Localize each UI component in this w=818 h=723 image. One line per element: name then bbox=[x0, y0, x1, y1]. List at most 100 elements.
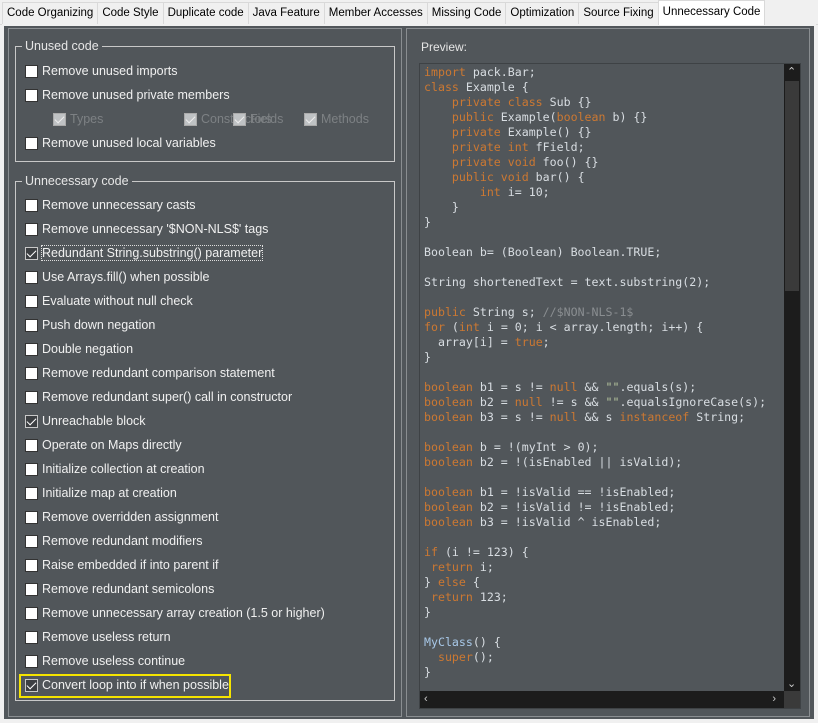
tab-code-style[interactable]: Code Style bbox=[97, 2, 164, 25]
code-line: ​ bbox=[424, 230, 766, 245]
code-token: 123; bbox=[472, 590, 508, 604]
tab-optimization[interactable]: Optimization bbox=[505, 2, 580, 25]
checkbox-row[interactable]: Initialize map at creation bbox=[25, 484, 177, 502]
scroll-right-icon[interactable]: › bbox=[772, 691, 776, 707]
checkbox-row[interactable]: Raise embedded if into parent if bbox=[25, 556, 219, 574]
checkbox-row[interactable]: Remove unused local variables bbox=[25, 134, 216, 152]
checkbox-row[interactable]: Use Arrays.fill() when possible bbox=[25, 268, 209, 286]
checkbox-label: Remove unused local variables bbox=[42, 136, 216, 150]
checkbox-unchecked[interactable] bbox=[25, 88, 38, 102]
checkbox-unchecked[interactable] bbox=[25, 318, 38, 332]
checkbox-row[interactable]: Initialize collection at creation bbox=[25, 460, 205, 478]
checkbox-row[interactable]: Remove useless continue bbox=[25, 652, 185, 670]
checkbox-unchecked[interactable] bbox=[25, 222, 38, 236]
tab-java-feature[interactable]: Java Feature bbox=[247, 2, 325, 25]
checkbox-unchecked[interactable] bbox=[25, 342, 38, 356]
checkbox-checked[interactable] bbox=[25, 246, 38, 260]
checkbox-unchecked[interactable] bbox=[25, 366, 38, 380]
checkbox-row[interactable]: Types bbox=[53, 110, 103, 128]
checkbox-row[interactable]: Remove redundant comparison statement bbox=[25, 364, 275, 382]
checkbox-label: Initialize map at creation bbox=[42, 486, 177, 500]
tab-source-fixing[interactable]: Source Fixing bbox=[578, 2, 659, 25]
checkbox-checked[interactable] bbox=[184, 112, 197, 126]
tab-code-organizing[interactable]: Code Organizing bbox=[2, 2, 99, 25]
checkbox-row[interactable]: Remove redundant semicolons bbox=[25, 580, 214, 598]
unnecessary-code-page: Unused code Remove unused imports Remove … bbox=[2, 24, 816, 721]
checkbox-row[interactable]: Remove unnecessary '$NON-NLS$' tags bbox=[25, 220, 268, 238]
checkbox-unchecked[interactable] bbox=[25, 606, 38, 620]
code-token: String shortenedText = text.substring(2)… bbox=[424, 275, 711, 289]
checkbox-unchecked[interactable] bbox=[25, 462, 38, 476]
checkbox-row[interactable]: Remove redundant modifiers bbox=[25, 532, 203, 550]
checkbox-unchecked[interactable] bbox=[25, 198, 38, 212]
checkbox-unchecked[interactable] bbox=[25, 558, 38, 572]
checkbox-row[interactable]: Push down negation bbox=[25, 316, 155, 334]
checkbox-label: Remove unnecessary array creation (1.5 o… bbox=[42, 606, 325, 620]
checkbox-unchecked[interactable] bbox=[25, 390, 38, 404]
code-token: String; bbox=[689, 410, 746, 424]
checkbox-label: Remove redundant super() call in constru… bbox=[42, 390, 293, 404]
checkbox-unchecked[interactable] bbox=[25, 630, 38, 644]
code-line: ​import pack.Bar; bbox=[424, 65, 766, 80]
tab-member-accesses[interactable]: Member Accesses bbox=[323, 2, 428, 25]
checkbox-row[interactable]: Remove overridden assignment bbox=[25, 508, 218, 526]
checkbox-unchecked[interactable] bbox=[25, 534, 38, 548]
scroll-up-icon[interactable]: ⌃ bbox=[787, 64, 796, 80]
checkbox-row[interactable]: Remove unnecessary casts bbox=[25, 196, 196, 214]
code-token: i; bbox=[472, 560, 494, 574]
checkbox-row[interactable]: Remove useless return bbox=[25, 628, 171, 646]
checkbox-row[interactable]: Operate on Maps directly bbox=[25, 436, 182, 454]
checkbox-row[interactable]: Methods bbox=[304, 110, 369, 128]
checkbox-row[interactable]: Double negation bbox=[25, 340, 133, 358]
code-token: Example { bbox=[458, 80, 529, 94]
vertical-scrollbar[interactable]: ⌃ ⌄ bbox=[784, 64, 800, 692]
code-line: ​} bbox=[424, 350, 766, 365]
code-line: ​ bbox=[424, 260, 766, 275]
code-token: b2 = bbox=[472, 395, 515, 409]
checkbox-checked[interactable] bbox=[53, 112, 66, 126]
checkbox-row[interactable]: Remove unused private members bbox=[25, 86, 230, 104]
checkbox-unchecked[interactable] bbox=[25, 486, 38, 500]
checkbox-row[interactable]: Evaluate without null check bbox=[25, 292, 193, 310]
code-token: && s bbox=[577, 410, 620, 424]
checkbox-row[interactable]: Remove unnecessary array creation (1.5 o… bbox=[25, 604, 325, 622]
code-token: import bbox=[424, 65, 466, 79]
scroll-thumb[interactable] bbox=[785, 81, 799, 291]
code-line: ​ private void foo() {} bbox=[424, 155, 766, 170]
code-token: null bbox=[549, 380, 578, 394]
checkbox-row[interactable]: Redundant String.substring() parameter bbox=[25, 244, 264, 262]
checkbox-unchecked[interactable] bbox=[25, 270, 38, 284]
code-token: .equalsIgnoreCase(s); bbox=[619, 395, 767, 409]
checkbox-unchecked[interactable] bbox=[25, 654, 38, 668]
checkbox-row[interactable]: Fields bbox=[233, 110, 283, 128]
checkbox-unchecked[interactable] bbox=[25, 582, 38, 596]
checkbox-checked[interactable] bbox=[304, 112, 317, 126]
horizontal-scrollbar[interactable]: ‹ › bbox=[420, 691, 784, 708]
checkbox-unchecked[interactable] bbox=[25, 294, 38, 308]
scroll-down-icon[interactable]: ⌄ bbox=[787, 676, 796, 692]
checkbox-unchecked[interactable] bbox=[25, 64, 38, 78]
checkbox-unchecked[interactable] bbox=[25, 136, 38, 150]
checkbox-row[interactable]: Remove unused imports bbox=[25, 62, 177, 80]
checkbox-label: Remove useless continue bbox=[42, 654, 186, 668]
preview-label: Preview: bbox=[421, 40, 468, 54]
checkbox-checked[interactable] bbox=[25, 414, 38, 428]
checkbox-row[interactable]: Unreachable block bbox=[25, 412, 146, 430]
checkbox-unchecked[interactable] bbox=[25, 510, 38, 524]
code-token: Boolean b= (Boolean) Boolean.TRUE; bbox=[424, 245, 662, 259]
code-token: public bbox=[451, 110, 494, 124]
code-token: array[i] = bbox=[424, 335, 515, 349]
code-token: boolean bbox=[424, 485, 473, 499]
checkbox-unchecked[interactable] bbox=[25, 438, 38, 452]
code-token: class bbox=[424, 80, 459, 94]
checkbox-row[interactable]: Remove redundant super() call in constru… bbox=[25, 388, 292, 406]
tab-unnecessary-code[interactable]: Unnecessary Code bbox=[657, 0, 766, 25]
tab-duplicate-code[interactable]: Duplicate code bbox=[162, 2, 249, 25]
scroll-left-icon[interactable]: ‹ bbox=[424, 691, 428, 707]
tab-missing-code[interactable]: Missing Code bbox=[426, 2, 507, 25]
code-line: ​ bbox=[424, 530, 766, 545]
checkbox-checked[interactable] bbox=[233, 112, 246, 126]
code-line: ​} else { bbox=[424, 575, 766, 590]
